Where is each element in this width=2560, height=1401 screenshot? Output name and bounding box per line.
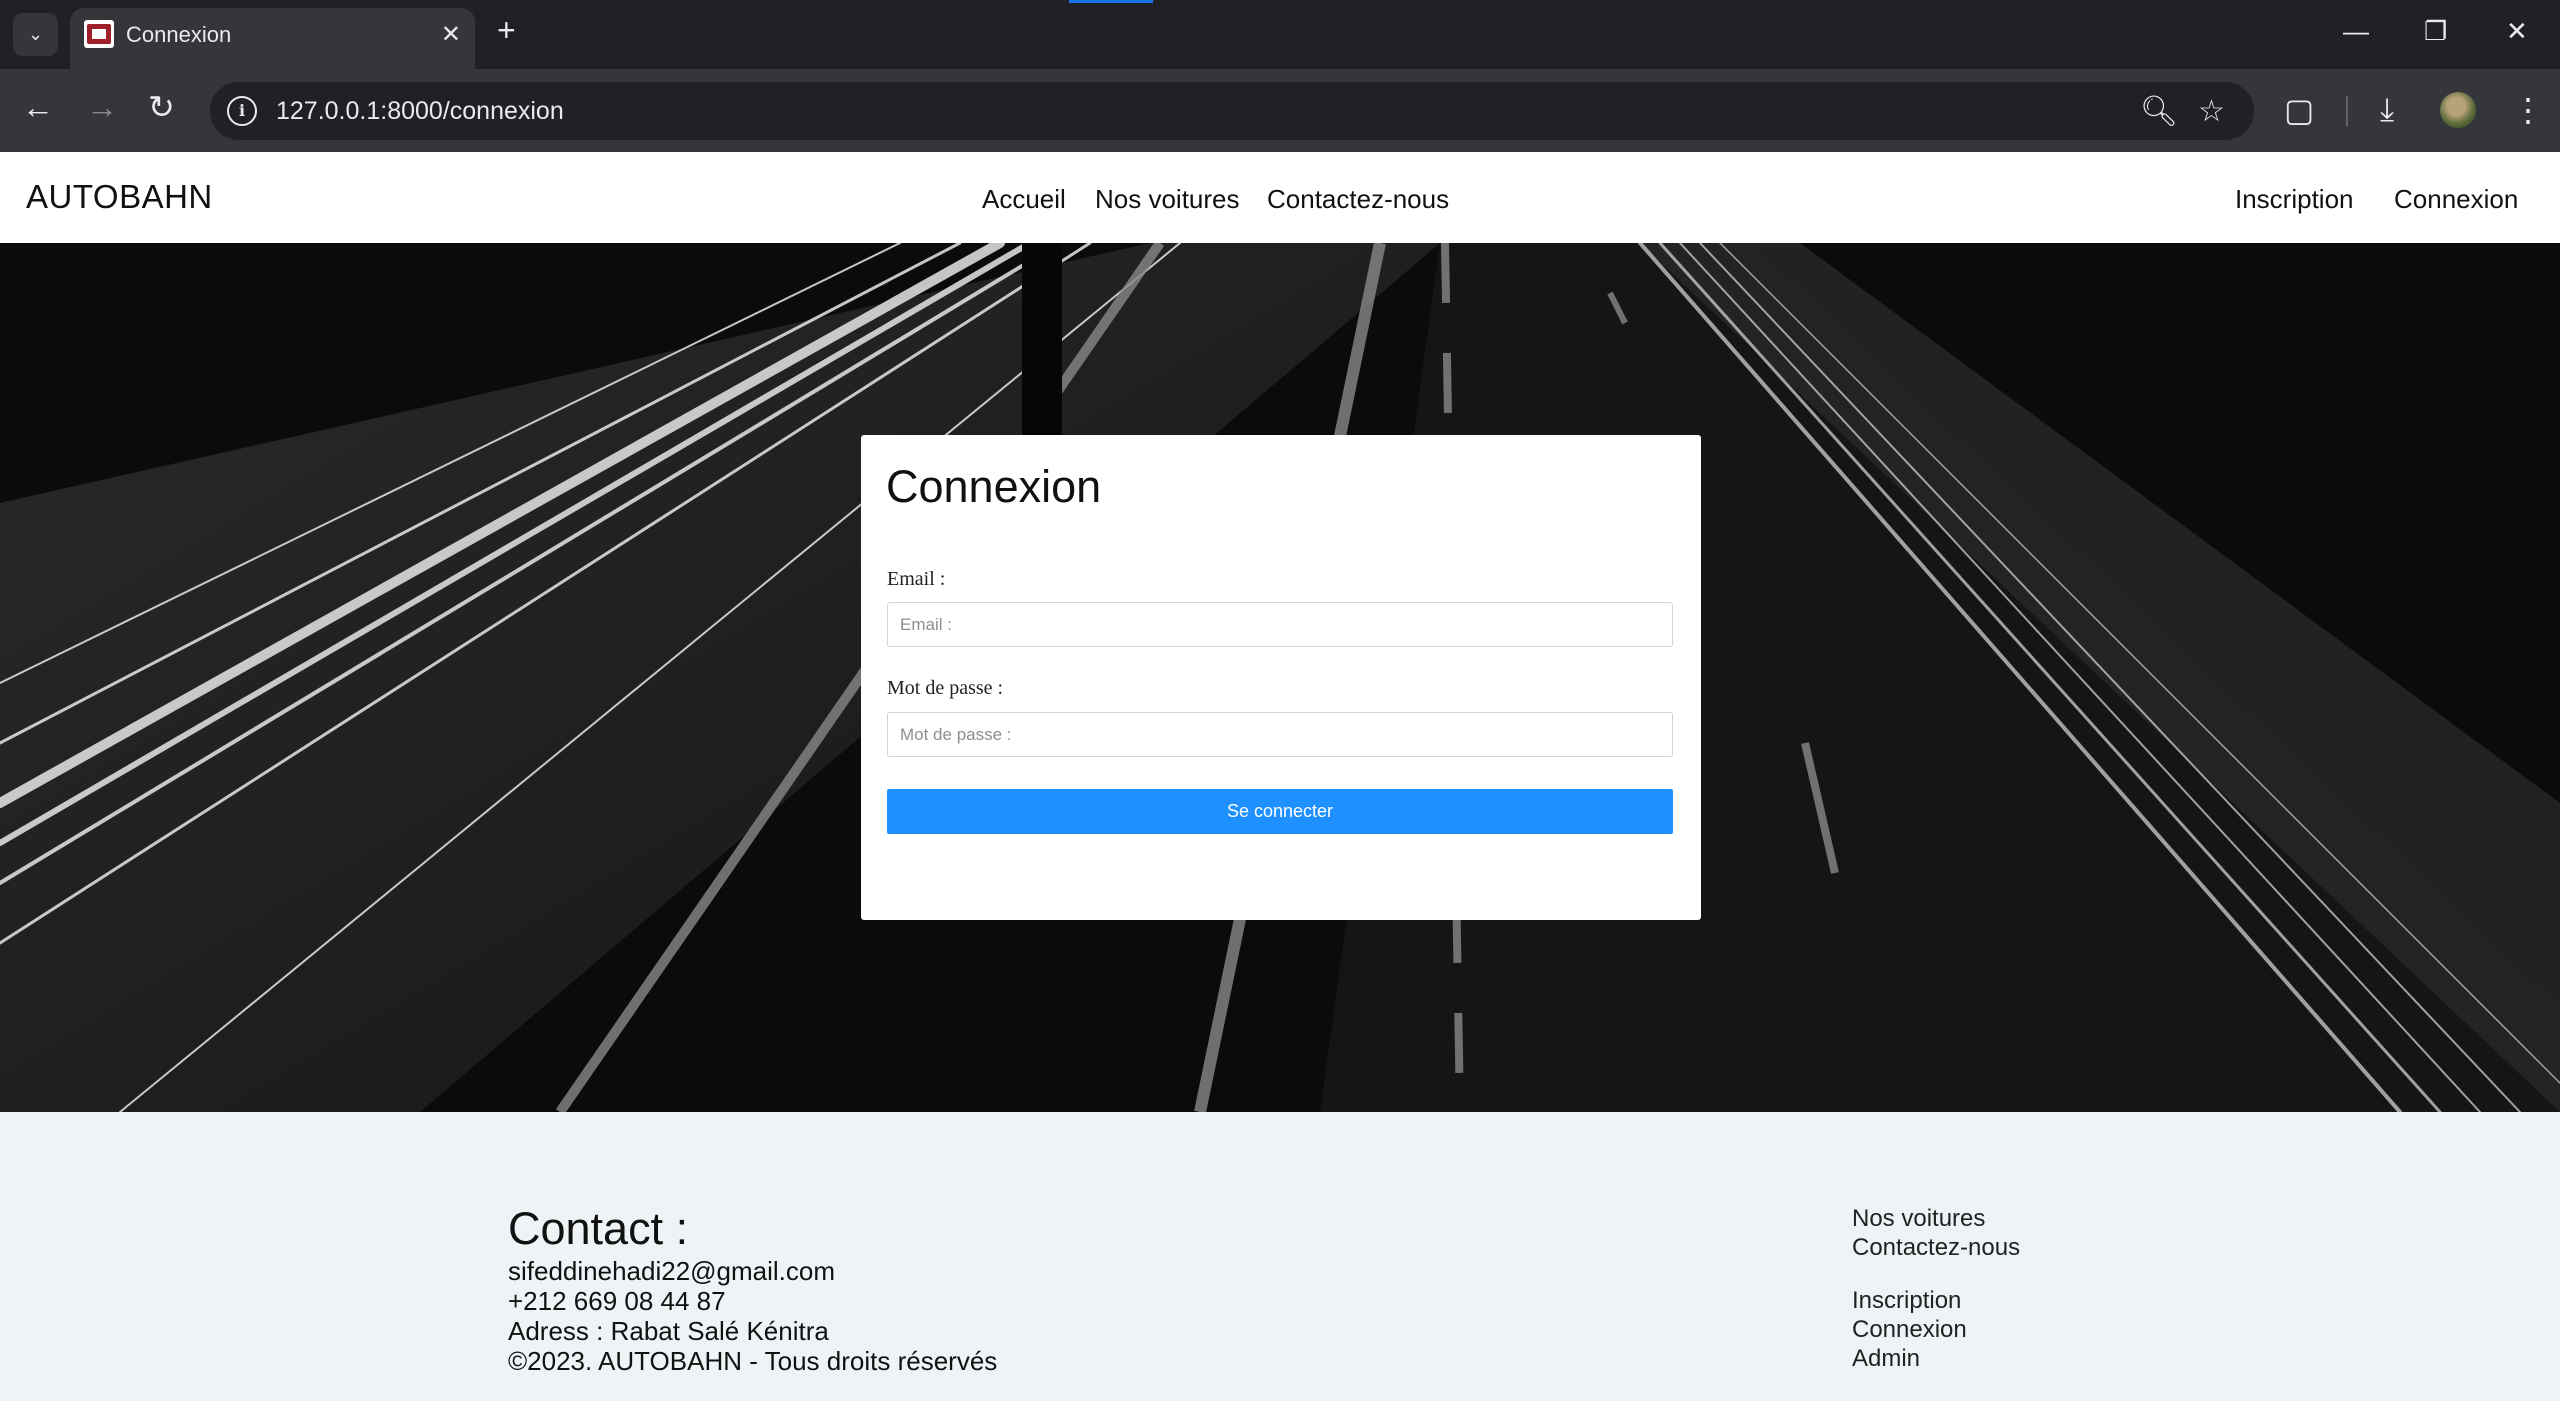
back-icon[interactable]: ← [22, 91, 54, 123]
url-text[interactable]: 127.0.0.1:8000/connexion [276, 97, 564, 126]
site-logo[interactable]: AUTOBAHN [26, 178, 213, 216]
nav-nos-voitures[interactable]: Nos voitures [1095, 184, 1240, 215]
login-card: Connexion Email : Mot de passe : Se conn… [861, 435, 1701, 920]
toolbar-divider [2346, 96, 2348, 126]
copyright-text: ©2023. AUTOBAHN - Tous droits réservés [508, 1346, 998, 1376]
email-label: Email : [887, 568, 946, 590]
more-menu-icon[interactable]: ⋮ [2512, 91, 2544, 129]
nav-contactez-nous[interactable]: Contactez-nous [1267, 184, 1449, 215]
window-close-icon[interactable]: ✕ [2506, 16, 2528, 47]
zoom-icon[interactable]: 🔍︎ [2140, 94, 2178, 129]
nav-inscription[interactable]: Inscription [2235, 184, 2354, 215]
contact-email: sifeddinehadi22@gmail.com [508, 1256, 836, 1286]
bookmark-star-icon[interactable]: ☆ [2198, 94, 2225, 129]
footer-link-nos-voitures[interactable]: Nos voitures [1852, 1205, 1985, 1233]
contact-title: Contact : [508, 1203, 689, 1254]
loading-indicator [1069, 0, 1153, 3]
favicon-icon [84, 20, 114, 48]
email-input[interactable] [887, 602, 1673, 647]
chevron-down-icon: ⌄ [27, 24, 44, 44]
nav-accueil[interactable]: Accueil [982, 184, 1066, 215]
address-bar[interactable]: i 127.0.0.1:8000/connexion 🔍︎ ☆ [210, 82, 2254, 140]
extensions-icon[interactable]: ▢ [2284, 91, 2314, 129]
footer-link-contactez-nous[interactable]: Contactez-nous [1852, 1234, 2020, 1262]
site-footer: Contact : sifeddinehadi22@gmail.com +212… [0, 1112, 2560, 1401]
tab-title: Connexion [126, 22, 232, 47]
new-tab-plus-icon[interactable]: + [497, 14, 516, 46]
contact-address: Adress : Rabat Salé Kénitra [508, 1316, 829, 1346]
footer-link-inscription[interactable]: Inscription [1852, 1287, 1961, 1315]
download-icon[interactable]: ⤓ [2380, 91, 2394, 129]
tab-search-button[interactable]: ⌄ [13, 13, 58, 56]
browser-toolbar: ← → ↻ i 127.0.0.1:8000/connexion 🔍︎ ☆ ▢ … [0, 69, 2560, 152]
login-submit-button[interactable]: Se connecter [887, 789, 1673, 834]
minimize-icon[interactable]: — [2343, 16, 2369, 47]
site-header: AUTOBAHN Accueil Nos voitures Contactez-… [0, 152, 2560, 243]
footer-link-admin[interactable]: Admin [1852, 1345, 1920, 1373]
forward-icon[interactable]: → [86, 91, 118, 123]
reload-icon[interactable]: ↻ [148, 91, 175, 123]
site-info-icon[interactable]: i [227, 96, 257, 126]
hero-background: Connexion Email : Mot de passe : Se conn… [0, 243, 2560, 1112]
close-tab-icon[interactable]: ✕ [441, 20, 461, 49]
password-input[interactable] [887, 712, 1673, 757]
login-title: Connexion [886, 461, 1102, 512]
browser-tab-bar: ⌄ Connexion ✕ + — ❐ ✕ [0, 0, 2560, 69]
restore-icon[interactable]: ❐ [2424, 16, 2447, 47]
contact-phone: +212 669 08 44 87 [508, 1286, 726, 1316]
browser-tab[interactable]: Connexion ✕ [70, 8, 475, 69]
password-label: Mot de passe : [887, 677, 1004, 699]
nav-connexion[interactable]: Connexion [2394, 184, 2518, 215]
profile-avatar[interactable] [2440, 92, 2476, 128]
footer-link-connexion[interactable]: Connexion [1852, 1316, 1967, 1344]
